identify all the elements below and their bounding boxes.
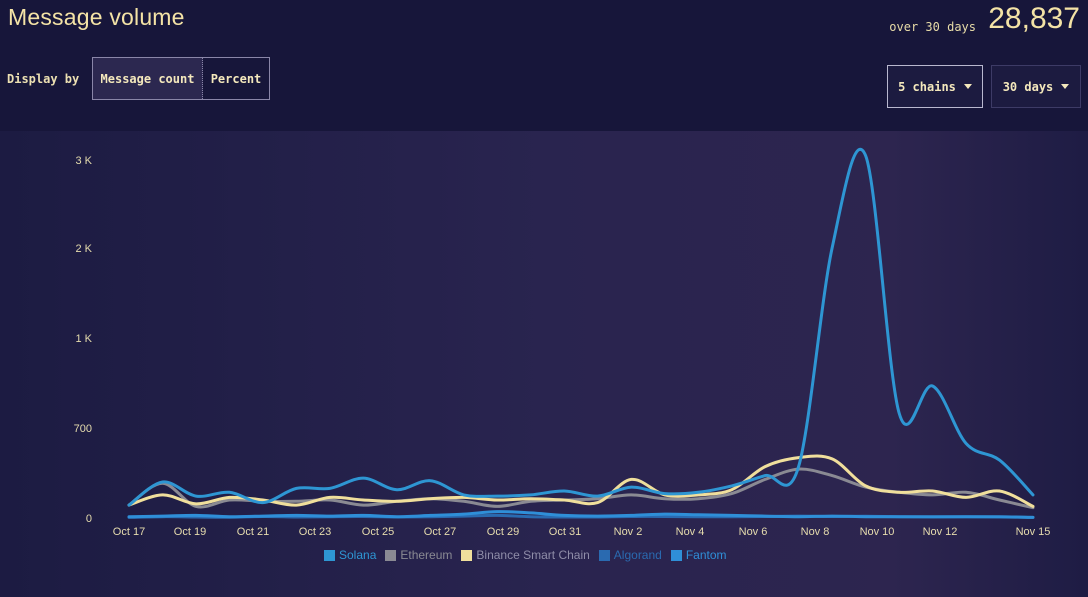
y-tick-label: 2 K: [75, 243, 92, 255]
x-tick-label: Nov 15: [1016, 526, 1051, 538]
x-tick-label: Nov 4: [676, 526, 705, 538]
legend-label: Ethereum: [400, 548, 453, 562]
y-tick-label: 700: [74, 423, 92, 435]
legend-swatch: [324, 549, 335, 561]
legend-label: Algorand: [613, 548, 662, 562]
legend-item-algorand[interactable]: Algorand: [598, 548, 662, 562]
legend-item-fantom[interactable]: Fantom: [670, 548, 727, 562]
x-tick-label: Oct 23: [299, 526, 331, 538]
y-tick-label: 1 K: [75, 333, 92, 345]
legend-label: Binance Smart Chain: [476, 548, 590, 562]
x-tick-label: Oct 21: [237, 526, 269, 538]
legend-item-solana[interactable]: Solana: [324, 548, 376, 562]
x-tick-label: Nov 12: [923, 526, 958, 538]
x-tick-label: Oct 27: [424, 526, 456, 538]
x-tick-label: Nov 8: [801, 526, 830, 538]
x-tick-label: Oct 17: [113, 526, 145, 538]
y-tick-label: 3 K: [75, 155, 92, 167]
legend-label: Solana: [339, 548, 377, 562]
x-tick-label: Oct 29: [487, 526, 519, 538]
x-tick-label: Nov 6: [739, 526, 768, 538]
legend-swatch: [385, 549, 397, 561]
chart-legend: Solana Ethereum Binance Smart Chain Algoran…: [324, 548, 736, 562]
legend-swatch: [461, 549, 473, 561]
series-line-solana: [127, 147, 1035, 507]
x-tick-label: Oct 25: [362, 526, 394, 538]
legend-item-ethereum[interactable]: Ethereum: [385, 548, 452, 562]
legend-swatch: [598, 549, 610, 561]
x-tick-label: Oct 31: [549, 526, 581, 538]
message-volume-chart: 0 700 1 K 2 K 3 K Oct 17 Oct 19 Oct 21 Oct 23 Oct…: [74, 147, 1051, 538]
legend-item-binance-smart-chain[interactable]: Binance Smart Chain: [461, 548, 590, 562]
series-line-fantom: [127, 510, 1035, 519]
x-tick-label: Nov 10: [860, 526, 895, 538]
x-tick-label: Nov 2: [614, 526, 643, 538]
legend-swatch: [670, 549, 682, 561]
x-tick-label: Oct 19: [174, 526, 206, 538]
legend-label: Fantom: [685, 548, 727, 562]
y-tick-label: 0: [86, 513, 92, 525]
